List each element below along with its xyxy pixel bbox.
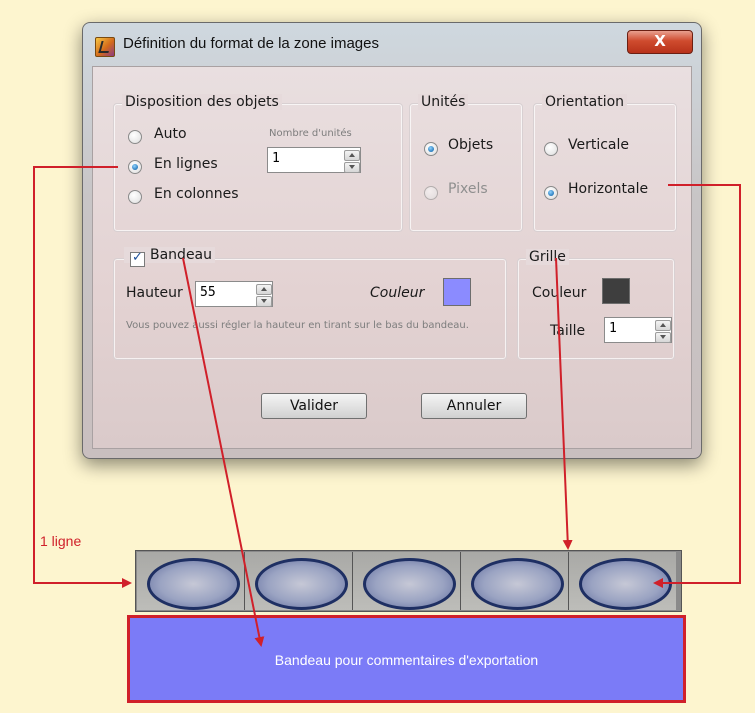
arrow-bandeau	[182, 257, 265, 647]
arrow-grille	[555, 257, 573, 550]
arrow-en-lignes	[33, 166, 132, 588]
annotation-arrows	[33, 166, 741, 647]
arrow-horizontale	[653, 184, 741, 588]
